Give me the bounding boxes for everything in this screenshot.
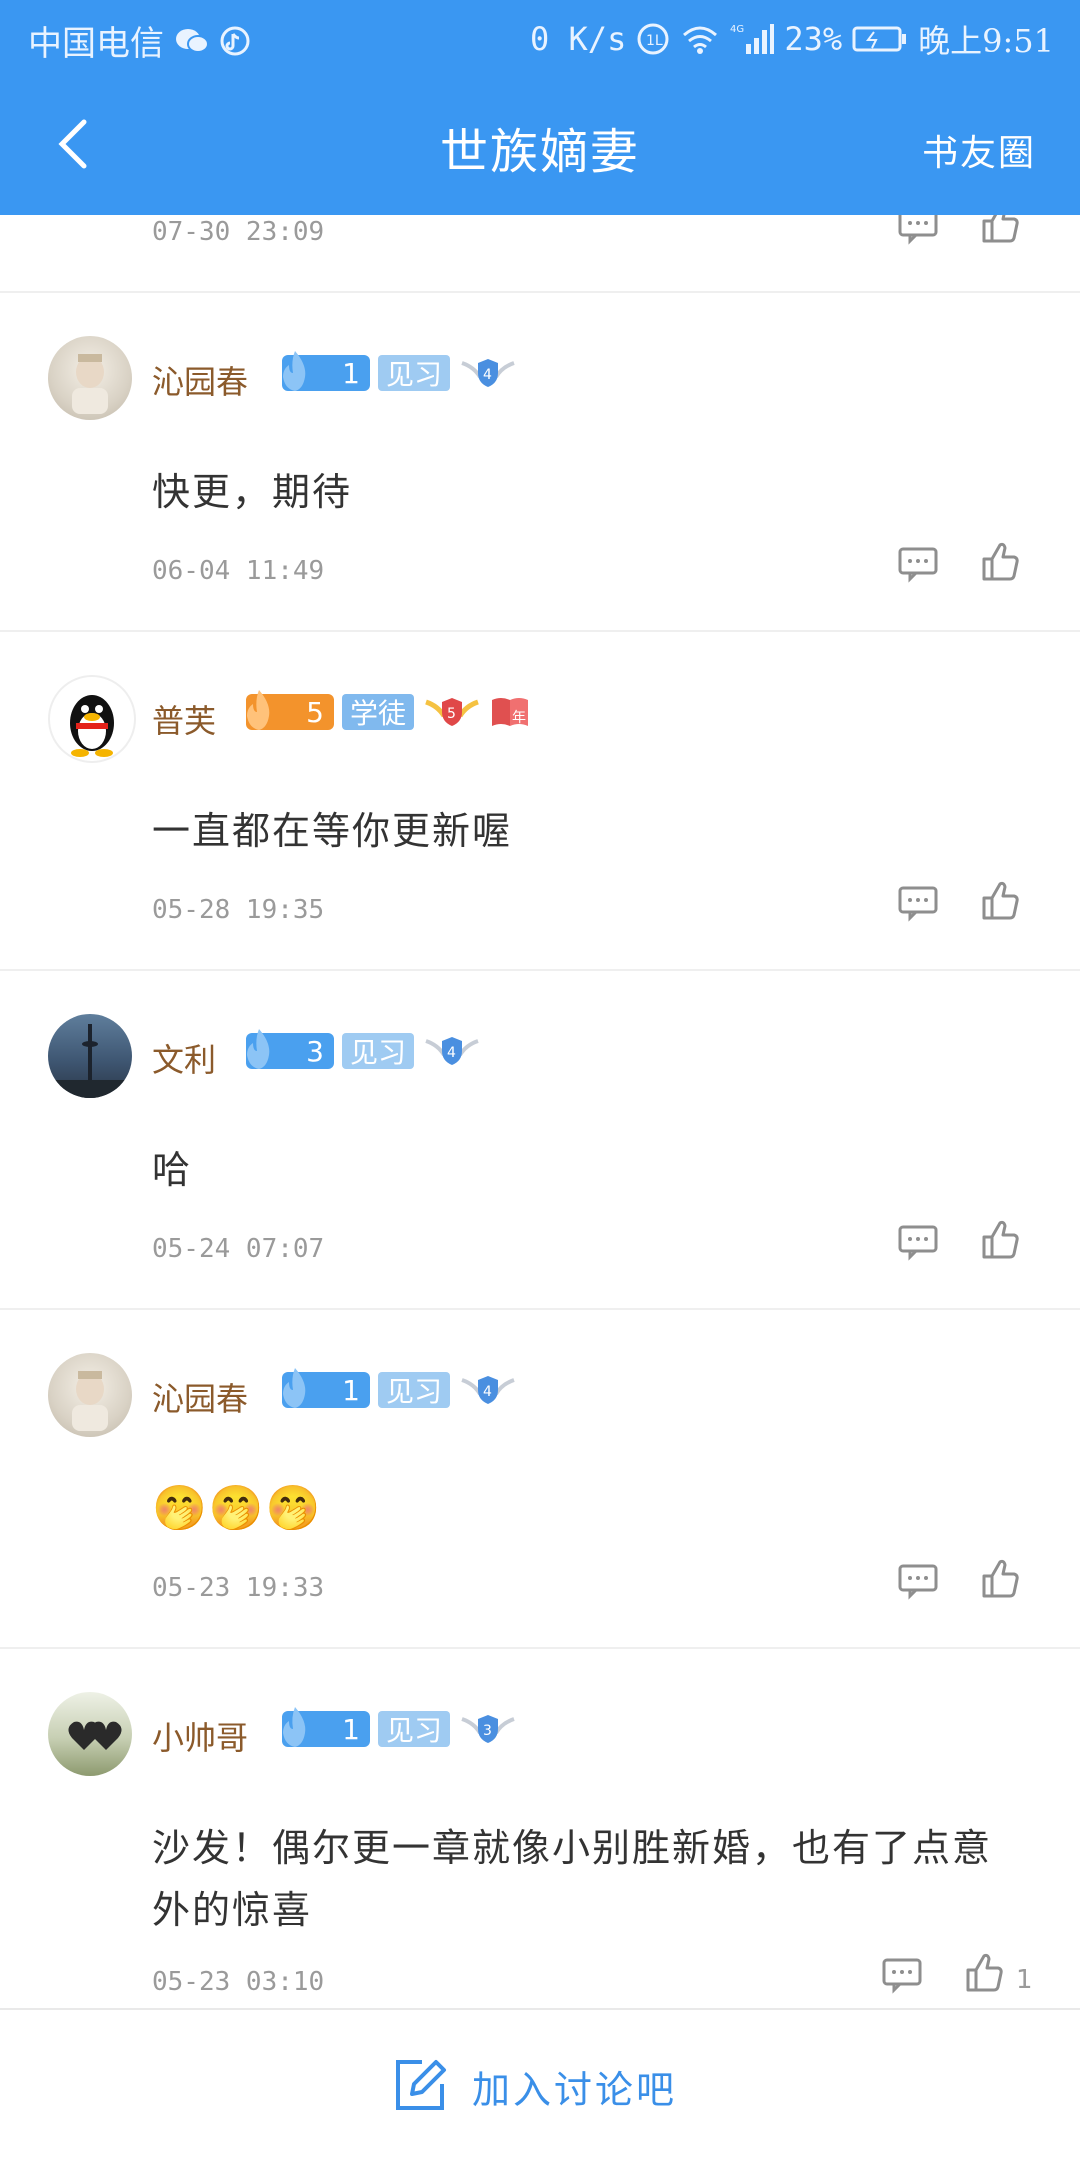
- book-circle-link[interactable]: 书友圈: [922, 124, 1036, 176]
- user-name[interactable]: 小帅哥: [152, 1713, 248, 1759]
- user-name[interactable]: 沁园春: [152, 1374, 248, 1420]
- reply-icon[interactable]: [896, 1219, 940, 1263]
- avatar[interactable]: [48, 336, 132, 420]
- comment-time: 05-24 07:07: [152, 1234, 325, 1264]
- tiktok-icon: [220, 26, 250, 55]
- comment-text: 哈: [152, 1148, 193, 1192]
- user-name[interactable]: 文利: [152, 1035, 216, 1081]
- wing-badge-icon: 4: [461, 359, 515, 387]
- svg-text:5: 5: [447, 706, 456, 722]
- comment-list: 07-30 23:09 沁园春 1 见习 4 快更，期待 06-04 11:49…: [0, 215, 1080, 2008]
- svg-text:3: 3: [483, 1723, 492, 1739]
- nav-bar: 世族嫡妻 书友圈: [0, 80, 1080, 215]
- comment-time: 07-30 23:09: [152, 217, 325, 247]
- list-item: 07-30 23:09: [0, 215, 1080, 293]
- wechat-icon: [176, 28, 209, 53]
- hd-icon: 1L: [637, 23, 669, 55]
- svg-text:1L: 1L: [646, 33, 663, 49]
- flame-icon: [247, 1029, 270, 1069]
- wing-badge-icon: 3: [461, 1715, 515, 1743]
- user-badges: 5 学徒 5 年: [246, 690, 530, 732]
- avatar[interactable]: [48, 1692, 132, 1776]
- title-tag: 见习: [378, 355, 451, 391]
- svg-text:年: 年: [512, 710, 526, 726]
- join-discussion-label: 加入讨论吧: [472, 2067, 678, 2112]
- avatar[interactable]: [48, 675, 136, 763]
- user-badges: 1 见习 4: [282, 351, 518, 393]
- svg-text:4: 4: [483, 367, 492, 383]
- wing-badge-icon: 4: [461, 1376, 515, 1404]
- battery-icon: [852, 26, 907, 52]
- level-badge: 5: [246, 690, 334, 730]
- wing-badge-icon: 4: [425, 1037, 479, 1065]
- comment-text: 沙发！偶尔更一章就像小别胜新婚，也有了点意 外的惊喜: [152, 1826, 993, 1932]
- clock: 晚上9:51: [918, 22, 1054, 60]
- comment-time: 05-28 19:35: [152, 895, 325, 925]
- comment-text: 快更，期待: [152, 470, 353, 514]
- title-tag: 见习: [342, 1033, 415, 1069]
- comment-text: 一直都在等你更新喔: [152, 809, 513, 853]
- status-bar: 中国电信 0 K/s 1L 4G 23% 晚上9:51: [0, 0, 1080, 78]
- like-icon[interactable]: [978, 539, 1022, 583]
- edit-icon: [396, 2060, 446, 2110]
- user-badges: 1 见习 3: [282, 1707, 518, 1749]
- list-item[interactable]: 沁园春 1 见习 4 🤭🤭🤭 05-23 19:33: [0, 1308, 1080, 1649]
- title-tag: 见习: [378, 1372, 451, 1408]
- flame-icon: [247, 690, 270, 730]
- comment-time: 05-23 19:33: [152, 1573, 325, 1603]
- like-icon[interactable]: [978, 878, 1022, 922]
- list-item[interactable]: 文利 3 见习 4 哈 05-24 07:07: [0, 969, 1080, 1310]
- flame-icon: [283, 351, 306, 391]
- reply-icon[interactable]: [880, 1952, 924, 1996]
- signal-icon: 4G: [730, 24, 775, 54]
- comment-time: 06-04 11:49: [152, 556, 325, 586]
- list-item[interactable]: 普芙 5 学徒 5 年 一直都在等你更新喔 05-28 19:35: [0, 630, 1080, 971]
- avatar[interactable]: [48, 1014, 132, 1098]
- join-discussion-button[interactable]: 加入讨论吧: [390, 2056, 677, 2116]
- level-badge: 1: [282, 1707, 370, 1747]
- title-tag: 学徒: [342, 694, 415, 730]
- list-item[interactable]: 小帅哥 1 见习 3 沙发！偶尔更一章就像小别胜新婚，也有了点意 外的惊喜 05…: [0, 1647, 1080, 2008]
- avatar[interactable]: [48, 1353, 132, 1437]
- flame-icon: [283, 1707, 306, 1747]
- net-speed: 0 K/s: [530, 20, 627, 58]
- reply-icon[interactable]: [896, 1558, 940, 1602]
- user-name[interactable]: 沁园春: [152, 357, 248, 403]
- user-name[interactable]: 普芙: [152, 696, 216, 742]
- reply-icon[interactable]: [896, 541, 940, 585]
- level-badge: 3: [246, 1029, 334, 1069]
- book-year-icon: 年: [492, 698, 529, 726]
- bottom-bar: 加入讨论吧: [0, 2008, 1080, 2162]
- user-badges: 1 见习 4: [282, 1368, 518, 1410]
- title-tag: 见习: [378, 1711, 451, 1747]
- reply-icon[interactable]: [896, 215, 940, 247]
- svg-text:4G: 4G: [730, 24, 744, 35]
- flame-icon: [283, 1368, 306, 1408]
- like-count: 1: [1016, 1965, 1033, 1995]
- level-badge: 1: [282, 1368, 370, 1408]
- page-title: 世族嫡妻: [439, 124, 640, 180]
- list-item[interactable]: 沁园春 1 见习 4 快更，期待 06-04 11:49: [0, 291, 1080, 632]
- svg-text:4: 4: [447, 1045, 456, 1061]
- carrier-label: 中国电信: [28, 24, 164, 64]
- user-badges: 3 见习 4: [246, 1029, 482, 1071]
- comment-text: 🤭🤭🤭: [152, 1483, 323, 1534]
- svg-text:4: 4: [483, 1384, 492, 1400]
- level-badge: 1: [282, 351, 370, 391]
- top-bar: 中国电信 0 K/s 1L 4G 23% 晚上9:51 世族嫡妻 书友圈: [0, 0, 1080, 215]
- wing-badge-icon: 5: [425, 698, 479, 726]
- wifi-icon: [683, 26, 718, 54]
- like-icon[interactable]: [978, 1217, 1022, 1261]
- battery-percent: 23%: [784, 20, 843, 58]
- like-icon[interactable]: [978, 215, 1022, 245]
- comment-time: 05-23 03:10: [152, 1967, 325, 1997]
- like-icon[interactable]: [978, 1556, 1022, 1600]
- like-icon[interactable]: [962, 1950, 1006, 1994]
- reply-icon[interactable]: [896, 880, 940, 924]
